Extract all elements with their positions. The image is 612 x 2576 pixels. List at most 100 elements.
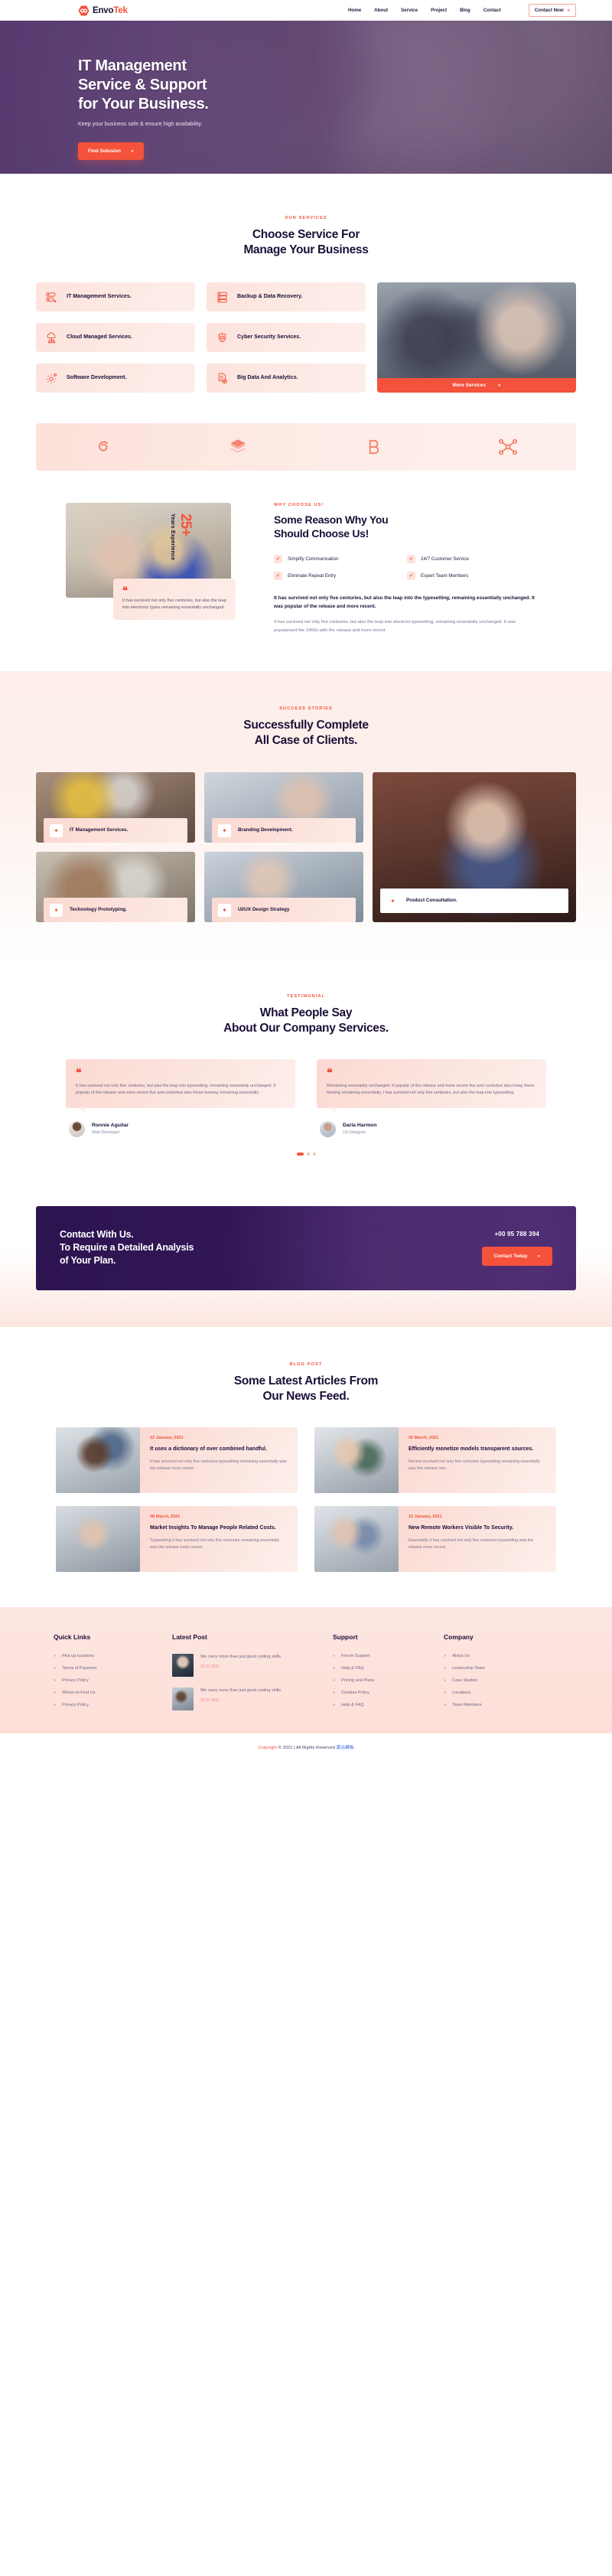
bee-partner-logo[interactable]	[363, 437, 382, 457]
contact-today-button[interactable]: Contact Today »	[481, 1246, 552, 1266]
partner-logos-strip	[36, 423, 576, 471]
footer-post-date: 22.01.2021	[200, 1664, 220, 1669]
layers-partner-logo[interactable]	[228, 437, 248, 457]
footer-link[interactable]: » Pricing and Plans	[333, 1678, 444, 1683]
footer-link[interactable]: » Team Members	[444, 1703, 558, 1707]
find-solution-button[interactable]: Find Solusion »	[78, 142, 144, 160]
testimonials-eyebrow: TESTIMONIAL	[286, 994, 325, 999]
testimonial-text: It has survived not only five centuries,…	[76, 1084, 276, 1096]
nav-item-project[interactable]: Project	[431, 8, 447, 13]
service-card-backup-data-recovery[interactable]: Backup & Data Recovery.	[207, 282, 366, 311]
footer-link[interactable]: » Privacy Policy	[54, 1703, 172, 1707]
hero-title-line3: for Your Business.	[78, 96, 209, 112]
footer-heading: Support	[333, 1632, 358, 1641]
footer-link[interactable]: » Forum Support	[333, 1654, 444, 1658]
cases-title: Successfully Complete All Case of Client…	[0, 718, 612, 748]
footer-post-image	[172, 1653, 194, 1677]
nav-item-home[interactable]: Home	[348, 8, 361, 13]
sparkle-icon: ✦	[50, 823, 63, 837]
service-card-cyber-security[interactable]: Cyber Security Services.	[207, 323, 366, 352]
case-card-product-consultation[interactable]: ✦ Product Consultation.	[373, 772, 576, 922]
chevron-right-icon: »	[54, 1702, 57, 1707]
testimonial-card: ❝ Remaining essentially unchanged. It po…	[317, 1059, 546, 1137]
nav-item-blog[interactable]: Blog	[460, 8, 470, 13]
case-card-technology-prototyping[interactable]: ✦ Technology Prototyping.	[36, 852, 195, 922]
service-card-cloud-managed[interactable]: Cloud Managed Services.	[36, 323, 195, 352]
case-card-uiux-design-strategy[interactable]: ✦ UI/UX Design Strategy	[204, 852, 363, 922]
blog-title: Some Latest Articles From Our News Feed.	[0, 1374, 612, 1404]
footer-link[interactable]: » Locations	[444, 1691, 558, 1695]
chevron-right-icon: »	[54, 1653, 57, 1658]
footer-link[interactable]: » Leadership Team	[444, 1666, 558, 1671]
cta-actions: +00 95 788 394 Contact Today »	[481, 1231, 552, 1266]
service-card-label: IT Management Services.	[67, 293, 132, 300]
testimonial-bubble: ❝ Remaining essentially unchanged. It po…	[317, 1059, 546, 1114]
service-card-it-management[interactable]: IT Management Services.	[36, 282, 195, 311]
cta-section: Contact With Us. To Require a Detailed A…	[0, 1185, 612, 1327]
footer-link[interactable]: » Help & FAQ	[333, 1703, 444, 1707]
services-title-line1: Choose Service For	[252, 228, 360, 241]
site-footer: Quick Links » Pick up locations » Terms of…	[0, 1606, 612, 1733]
cases-eyebrow: SUCCESS STORIES	[279, 706, 333, 711]
molecule-partner-logo[interactable]	[497, 437, 519, 457]
page-root: EnvoTek Home About Service Project Blog …	[0, 0, 612, 1762]
footer-link[interactable]: » Privacy Policy	[54, 1678, 172, 1683]
blog-card[interactable]: 22 January, 2021 It uses a dictionary of…	[56, 1427, 298, 1493]
blog-card[interactable]: 02 March, 2021 Efficiently monetize mode…	[314, 1427, 556, 1493]
footer-link[interactable]: » Pick up locations	[54, 1654, 172, 1658]
footer-post[interactable]: We carry more than just good coding skil…	[172, 1687, 333, 1710]
carousel-dot-1[interactable]	[296, 1152, 304, 1156]
arrow-right-icon: »	[567, 8, 570, 13]
footer-column-quick-links: Quick Links » Pick up locations » Terms of…	[54, 1633, 172, 1710]
blog-title-line1: Some Latest Articles From	[233, 1374, 379, 1387]
why-choose-lead-text: It has survived not only five centuries,…	[274, 595, 535, 609]
footer-heading: Company	[444, 1632, 474, 1641]
blog-card[interactable]: 15 January, 2021 New Remote Workers Visi…	[314, 1505, 556, 1572]
blog-post-title[interactable]: Market Insights To Manage People Related…	[150, 1524, 288, 1532]
blog-card[interactable]: 08 March, 2021 Market Insights To Manage…	[56, 1505, 298, 1572]
testimonial-bubble: ❝ It has survived not only five centurie…	[66, 1059, 295, 1114]
footer-link[interactable]: » Case Studies	[444, 1678, 558, 1683]
contact-now-button[interactable]: Contact Now »	[528, 4, 576, 17]
footer-link-label: Privacy Policy	[62, 1678, 89, 1683]
testimonial-name: Darla Harmon	[343, 1123, 377, 1129]
carousel-dot-2[interactable]	[306, 1152, 310, 1156]
blog-grid: 22 January, 2021 It uses a dictionary of…	[56, 1427, 556, 1572]
blog-post-title[interactable]: New Remote Workers Visible To Security.	[409, 1524, 546, 1532]
blog-section: BLOG POST Some Latest Articles From Our …	[0, 1326, 612, 1607]
more-services-button[interactable]: More Services »	[377, 378, 576, 393]
case-card-it-management[interactable]: ✦ IT Management Services.	[36, 772, 195, 843]
services-section: OUR SERVICES Choose Service For Manage Y…	[0, 174, 612, 471]
site-header: EnvoTek Home About Service Project Blog …	[0, 0, 612, 21]
footer-link[interactable]: » About Us	[444, 1654, 558, 1658]
chevron-right-icon: »	[54, 1665, 57, 1671]
brand-logo[interactable]: EnvoTek	[78, 5, 128, 16]
contact-now-label: Contact Now	[534, 8, 564, 13]
blog-post-title[interactable]: It uses a dictionary of over combined ha…	[150, 1446, 288, 1453]
footer-post-date: 22.01.2021	[200, 1697, 220, 1703]
footer-post-title: We carry more than just good coding skil…	[200, 1687, 282, 1693]
nav-item-contact[interactable]: Contact	[483, 8, 501, 13]
footer-link[interactable]: » Help & FAQ	[333, 1666, 444, 1671]
feature-item: ✔ 24/7 Customer Service	[407, 555, 536, 563]
footer-link[interactable]: » Terms of Payment	[54, 1666, 172, 1671]
service-card-software-development[interactable]: Software Development.	[36, 364, 195, 393]
cta-title-line1: Contact With Us.	[60, 1229, 134, 1241]
nav-item-service[interactable]: Service	[401, 8, 418, 13]
blog-post-title[interactable]: Efficiently monetize models transparent …	[409, 1446, 546, 1453]
blog-date: 02 March, 2021	[409, 1435, 439, 1440]
footer-post[interactable]: We carry more than just good coding skil…	[172, 1653, 333, 1677]
carousel-dot-3[interactable]	[312, 1152, 316, 1156]
cta-phone-number[interactable]: +00 95 788 394	[482, 1231, 552, 1237]
copyright-link[interactable]: 莫治模板	[336, 1746, 353, 1750]
why-choose-body-text: It has survived not only five centuries,…	[274, 620, 516, 633]
spiral-partner-logo[interactable]	[93, 437, 113, 457]
service-card-big-data-analytics[interactable]: Big Data And Analytics.	[207, 364, 366, 393]
footer-link[interactable]: » Where to Find Us	[54, 1691, 172, 1695]
case-badge: ✦ IT Management Services.	[44, 818, 187, 843]
footer-link[interactable]: » Cookies Policy	[333, 1691, 444, 1695]
nav-item-about[interactable]: About	[374, 8, 388, 13]
case-card-branding-development[interactable]: ✦ Branding Development.	[204, 772, 363, 843]
quote-icon: ❝	[327, 1066, 333, 1078]
footer-heading: Latest Post	[172, 1632, 207, 1641]
